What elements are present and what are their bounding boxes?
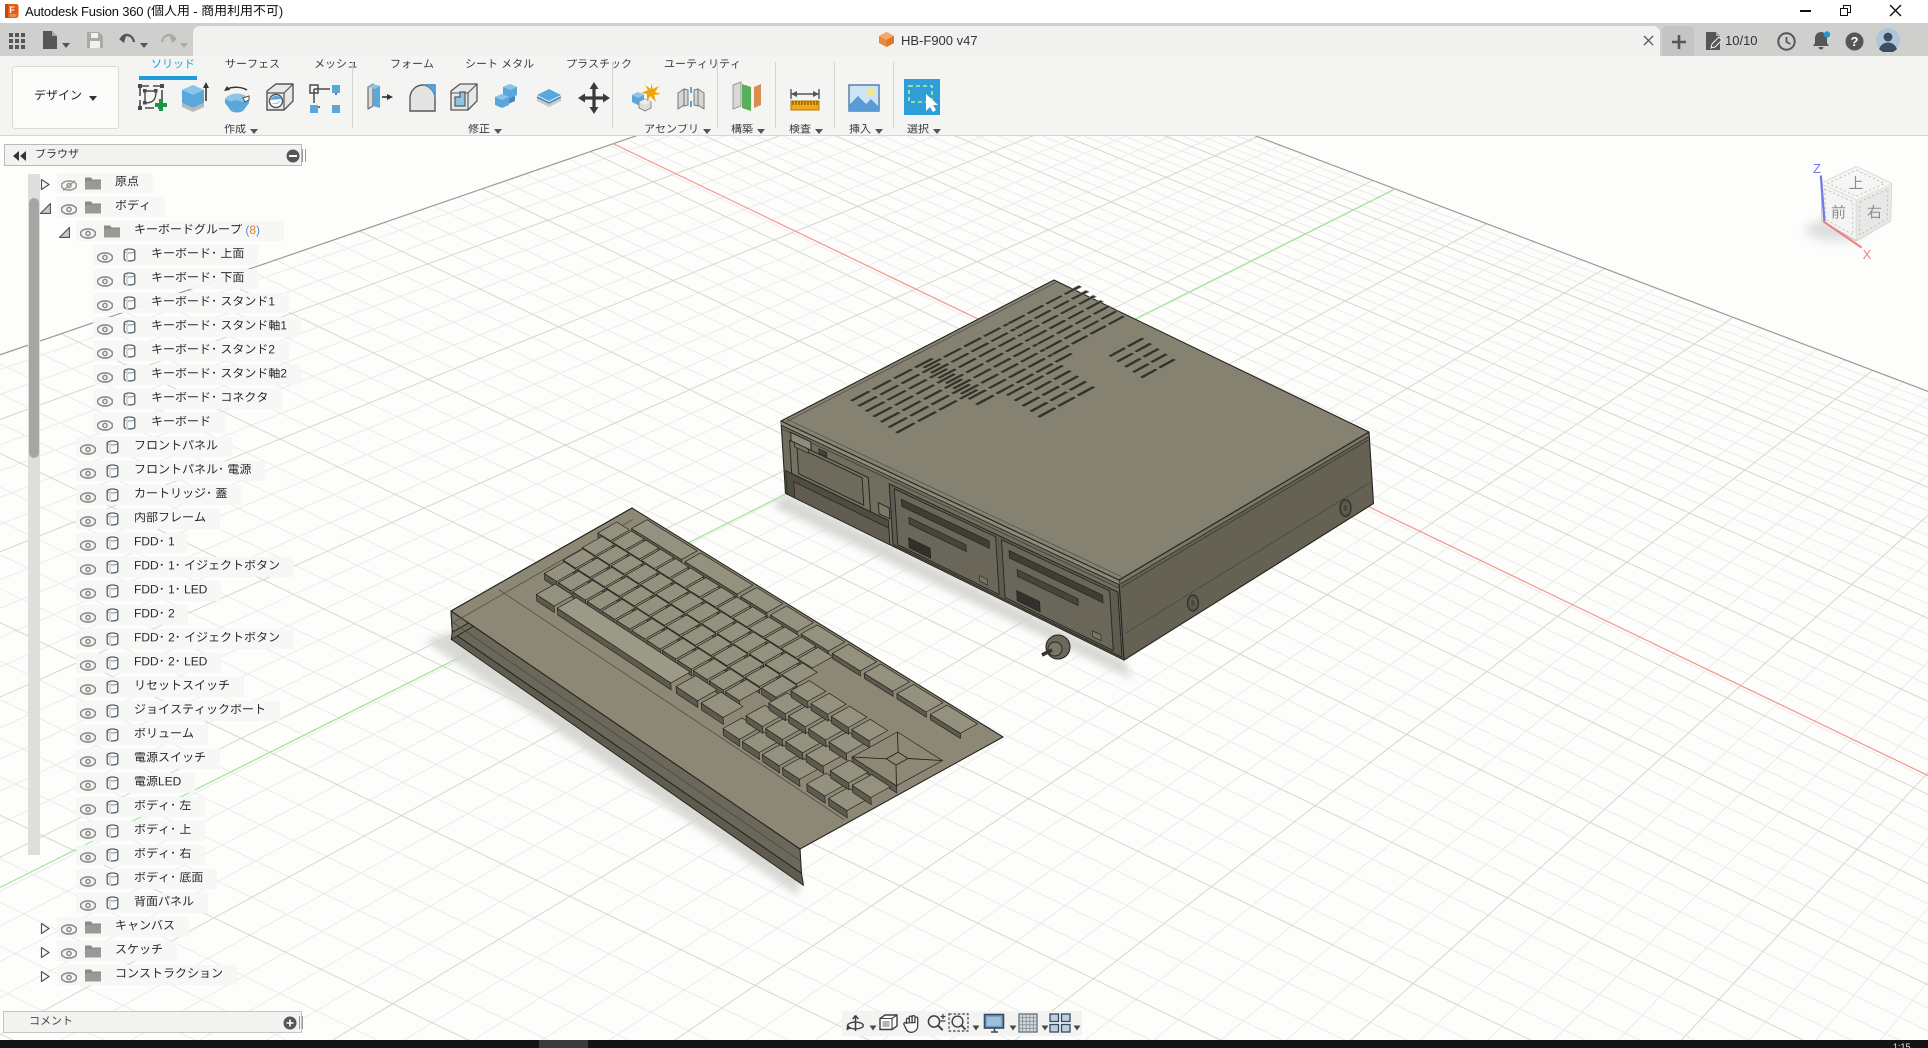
svg-text:F: F	[9, 5, 15, 15]
svg-text:?: ?	[1851, 34, 1859, 49]
svg-text:X: X	[1863, 247, 1872, 262]
svg-text:Z: Z	[1813, 161, 1821, 176]
